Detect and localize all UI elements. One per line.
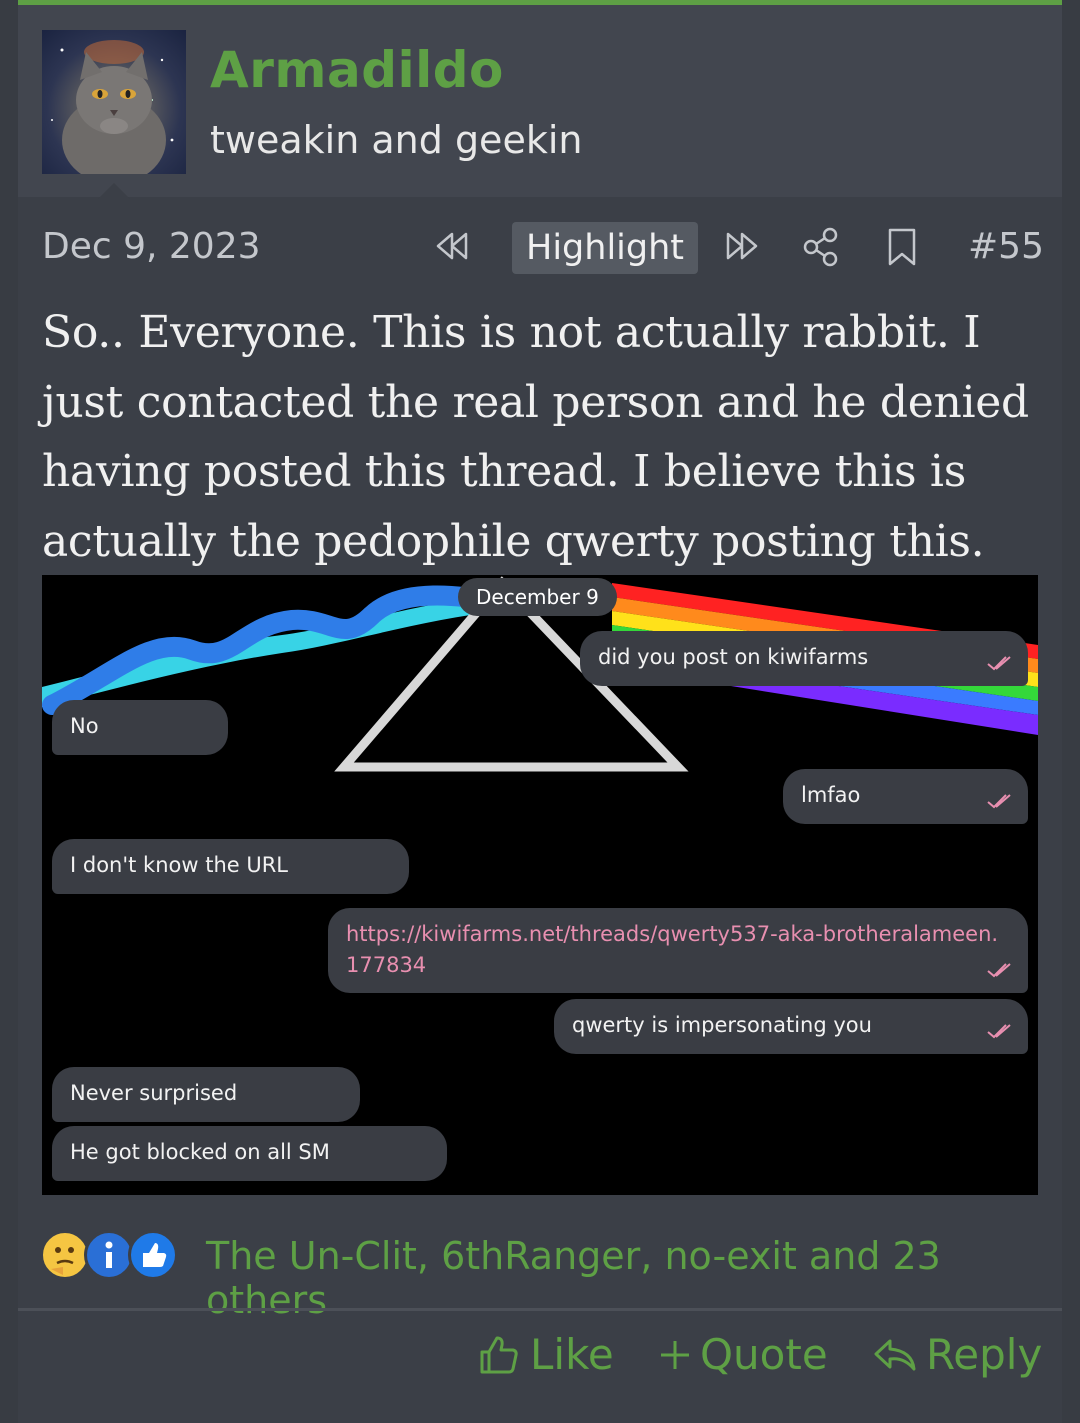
- user-header: Armadildo tweakin and geekin: [18, 5, 1062, 199]
- post-number-link[interactable]: #55: [968, 226, 1044, 267]
- info-icon: [84, 1230, 134, 1280]
- read-receipt-icon: [986, 652, 1016, 676]
- forum-post: Armadildo tweakin and geekin Dec 9, 2023…: [18, 0, 1062, 1423]
- like-button[interactable]: Like: [476, 1330, 614, 1379]
- chat-date-pill: December 9: [458, 578, 617, 616]
- user-title: tweakin and geekin: [210, 118, 583, 162]
- quote-button[interactable]: Quote: [658, 1330, 828, 1379]
- message-text: lmfao: [801, 783, 861, 807]
- message-text: qwerty is impersonating you: [572, 1013, 872, 1037]
- thumbs-up-icon: [480, 1336, 518, 1373]
- post-date[interactable]: Dec 9, 2023: [42, 226, 261, 267]
- quote-label: Quote: [700, 1330, 828, 1379]
- thinking-emoji-icon: [40, 1230, 90, 1280]
- avatar[interactable]: [42, 30, 186, 174]
- fast-forward-icon[interactable]: [720, 226, 764, 270]
- message-text: He got blocked on all SM: [70, 1140, 330, 1164]
- post-meta-row: Dec 9, 2023 Highlight #55: [18, 220, 1062, 276]
- chat-message-incoming: Never surprised: [52, 1067, 360, 1122]
- avatar-pointer: [98, 183, 130, 199]
- message-link-line1[interactable]: https://kiwifarms.net/threads/qwerty537-…: [346, 922, 998, 946]
- share-icon[interactable]: [800, 226, 842, 272]
- chat-message-outgoing: did you post on kiwifarms: [580, 631, 1028, 686]
- post-footer-divider: [18, 1308, 1062, 1311]
- like-icon: [128, 1230, 178, 1280]
- username-link[interactable]: Armadildo: [210, 41, 504, 99]
- read-receipt-icon: [986, 959, 1016, 983]
- chat-screenshot-image[interactable]: December 9 did you post on kiwifarms No …: [42, 575, 1038, 1195]
- message-link-line2[interactable]: 177834: [346, 953, 426, 977]
- chat-message-outgoing: https://kiwifarms.net/threads/qwerty537-…: [328, 908, 1028, 993]
- reply-arrow-icon: [874, 1339, 916, 1370]
- post-body-text: So.. Everyone. This is not actually rabb…: [42, 307, 1029, 567]
- rewind-icon[interactable]: [430, 226, 474, 270]
- chat-message-outgoing: lmfao: [783, 769, 1028, 824]
- message-text: No: [70, 714, 99, 738]
- post-actions: Like Quote Reply: [18, 1318, 1062, 1408]
- reply-button[interactable]: Reply: [872, 1330, 1042, 1379]
- plus-icon: [661, 1340, 689, 1369]
- highlight-button[interactable]: Highlight: [512, 222, 699, 274]
- read-receipt-icon: [986, 1020, 1016, 1044]
- message-text: did you post on kiwifarms: [598, 645, 869, 669]
- reactions-bar[interactable]: The Un-Clit, 6thRanger, no-exit and 23 o…: [40, 1228, 1040, 1322]
- bookmark-icon[interactable]: [884, 226, 920, 272]
- chat-message-incoming: I don't know the URL: [52, 839, 409, 894]
- message-text: I don't know the URL: [70, 853, 289, 877]
- read-receipt-icon: [986, 790, 1016, 814]
- reply-label: Reply: [926, 1330, 1043, 1379]
- message-text: Never surprised: [70, 1081, 238, 1105]
- chat-message-incoming: No: [52, 700, 228, 755]
- like-label: Like: [530, 1330, 614, 1379]
- chat-message-outgoing: qwerty is impersonating you: [554, 999, 1028, 1054]
- chat-message-incoming: He got blocked on all SM: [52, 1126, 447, 1181]
